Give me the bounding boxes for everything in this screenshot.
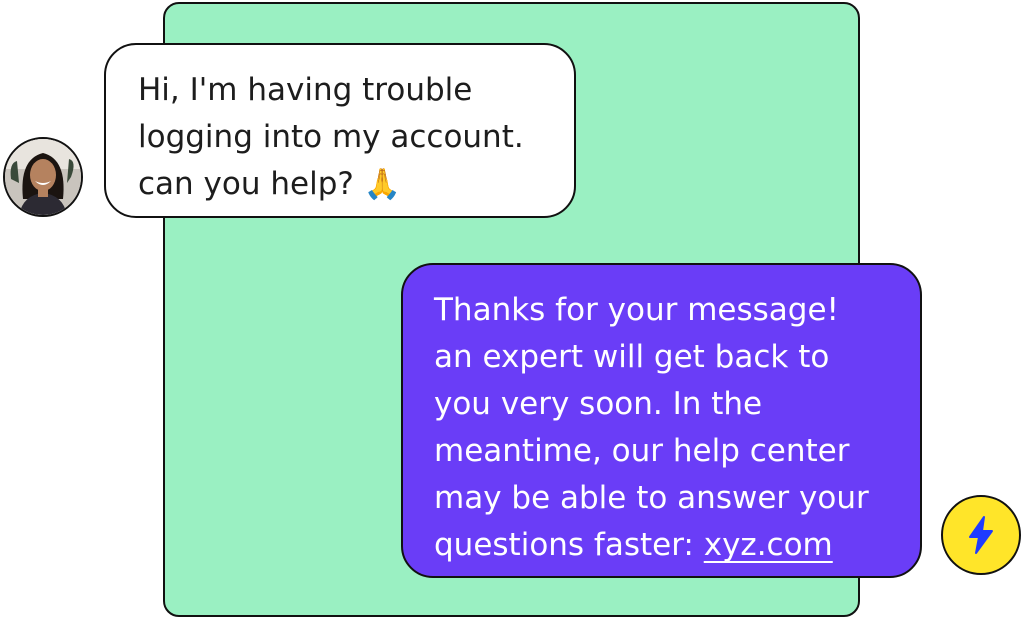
agent-message-line: an expert will get back to — [434, 339, 830, 375]
user-message-bubble: Hi, I'm having trouble logging into my a… — [104, 43, 576, 218]
agent-message-line-text: questions faster: — [434, 527, 694, 563]
agent-badge — [941, 495, 1021, 575]
praying-hands-emoji: 🙏 — [363, 167, 402, 202]
agent-reply-bubble: Thanks for your message! an expert will … — [401, 263, 922, 578]
lightning-bolt-icon — [969, 516, 993, 554]
agent-message-line: you very soon. In the — [434, 386, 763, 422]
agent-message-line: questions faster: xyz.com — [434, 522, 902, 569]
user-message-line: logging into my account. — [138, 119, 524, 155]
user-photo-avatar-icon — [5, 139, 81, 215]
agent-message-line: may be able to answer your — [434, 480, 869, 516]
help-center-link[interactable]: xyz.com — [704, 527, 833, 563]
user-message-line-text: can you help? — [138, 166, 354, 202]
user-message-line: can you help? 🙏 — [138, 161, 554, 208]
user-message-line: Hi, I'm having trouble — [138, 72, 473, 108]
agent-message-line: Thanks for your message! — [434, 292, 839, 328]
user-avatar — [3, 137, 83, 217]
agent-message-line: meantime, our help center — [434, 433, 850, 469]
